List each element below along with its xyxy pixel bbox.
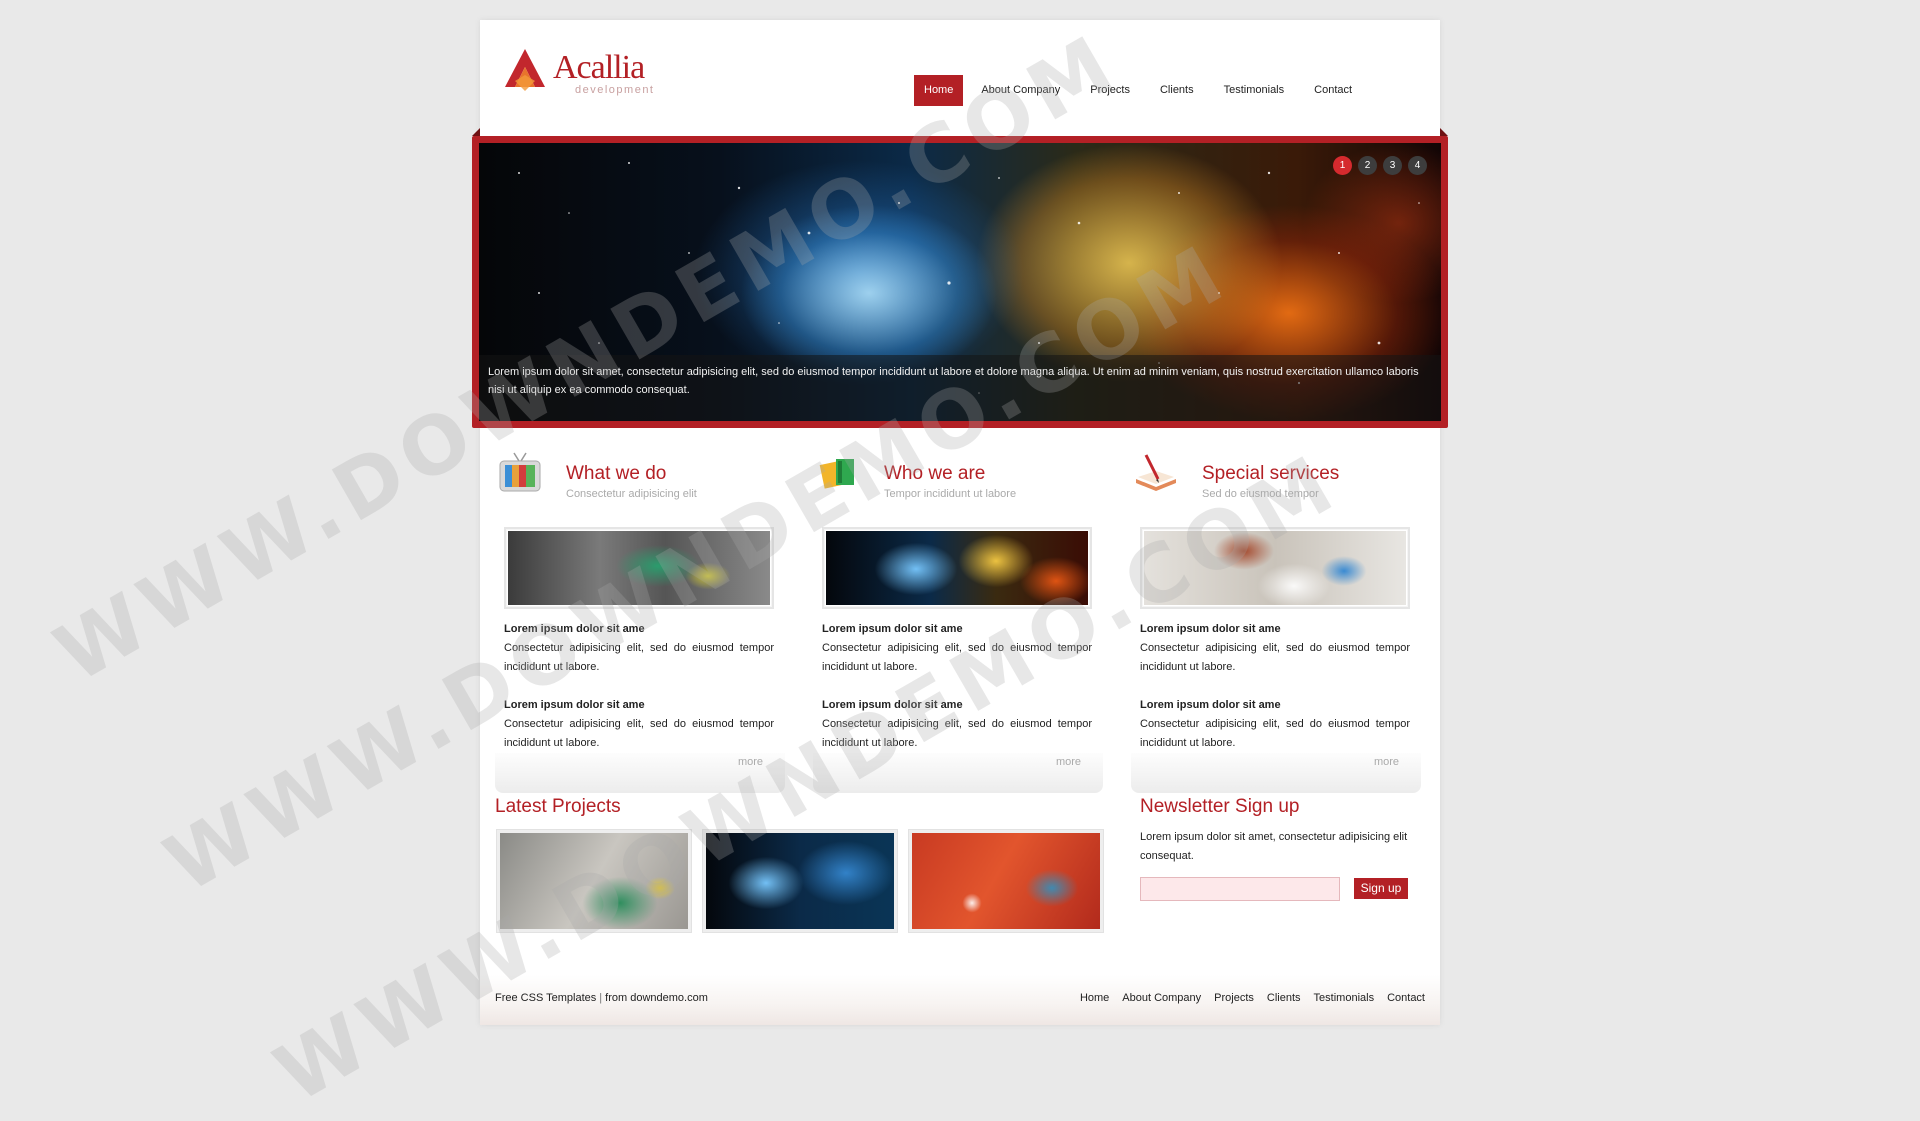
more-link[interactable]: more	[738, 756, 763, 768]
newsletter-title: Newsletter Sign up	[1140, 796, 1300, 817]
project-thumbnail-1[interactable]	[497, 830, 691, 932]
column-subtitle: Tempor incididunt ut labore	[884, 488, 1017, 500]
item-heading: Lorem ipsum dolor sit ame	[1140, 623, 1281, 635]
footer-nav-projects[interactable]: Projects	[1214, 992, 1254, 1004]
column-text: Lorem ipsum dolor sit ame Consectetur adi…	[1140, 620, 1410, 772]
footer-nav-testimonials[interactable]: Testimonials	[1314, 992, 1375, 1004]
footer-nav-contact[interactable]: Contact	[1387, 992, 1425, 1004]
nav-clients[interactable]: Clients	[1146, 75, 1208, 106]
item-heading: Lorem ipsum dolor sit ame	[1140, 699, 1281, 711]
column-title: What we do	[566, 463, 667, 484]
latest-projects-title: Latest Projects	[495, 796, 621, 817]
slider-corner-right	[1440, 128, 1448, 136]
item-text: Consectetur adipisicing elit, sed do eiu…	[504, 642, 774, 673]
nav-about-company[interactable]: About Company	[967, 75, 1074, 106]
item-text: Consectetur adipisicing elit, sed do eiu…	[822, 718, 1092, 749]
slide-caption: Lorem ipsum dolor sit amet, consectetur …	[479, 355, 1441, 421]
column-thumbnail[interactable]	[822, 527, 1092, 609]
book-pen-icon	[1136, 454, 1176, 491]
logo-tagline: development	[575, 84, 655, 96]
item-text: Consectetur adipisicing elit, sed do eiu…	[504, 718, 774, 749]
project-thumbnail-2[interactable]	[703, 830, 897, 932]
newsletter-text: Lorem ipsum dolor sit amet, consectetur …	[1140, 831, 1408, 862]
nav-contact[interactable]: Contact	[1300, 75, 1366, 106]
more-link[interactable]: more	[1374, 756, 1399, 768]
column-title: Special services	[1202, 463, 1340, 484]
slider-corner-left	[472, 128, 480, 136]
item-heading: Lorem ipsum dolor sit ame	[504, 699, 645, 711]
slider-pagination: 1 2 3 4	[1333, 156, 1427, 175]
footer: Free CSS Templates | from downdemo.com Hom…	[480, 975, 1440, 1025]
slider-page-4[interactable]: 4	[1408, 156, 1427, 175]
column-subtitle: Sed do eiusmod tempor	[1202, 488, 1319, 500]
column-thumbnail[interactable]	[1140, 527, 1410, 609]
item-text: Consectetur adipisicing elit, sed do eiu…	[1140, 718, 1410, 749]
page-container: Acallia development Home About Company P…	[472, 20, 1448, 1025]
column-thumbnail[interactable]	[504, 527, 774, 609]
more-bar: more	[495, 753, 785, 793]
slider-page-1[interactable]: 1	[1333, 156, 1352, 175]
footer-nav: Home About Company Projects Clients Test…	[1080, 992, 1425, 1004]
main-nav: Home About Company Projects Clients Test…	[914, 75, 1368, 106]
slider-page-3[interactable]: 3	[1383, 156, 1402, 175]
logo-icon	[505, 49, 545, 91]
footer-templates-link[interactable]: Free CSS Templates	[495, 992, 596, 1004]
slider-page-2[interactable]: 2	[1358, 156, 1377, 175]
footer-separator: |	[599, 992, 603, 1004]
more-link[interactable]: more	[1056, 756, 1081, 768]
slide-image: 1 2 3 4 Lorem ipsum dolor sit amet, cons…	[479, 143, 1441, 421]
newsletter-email-input[interactable]	[1140, 877, 1340, 901]
footer-nav-clients[interactable]: Clients	[1267, 992, 1301, 1004]
more-bar: more	[813, 753, 1103, 793]
books-icon	[819, 459, 854, 489]
item-heading: Lorem ipsum dolor sit ame	[822, 699, 963, 711]
signup-button[interactable]: Sign up	[1354, 878, 1408, 899]
logo-name: Acallia	[553, 49, 645, 86]
item-heading: Lorem ipsum dolor sit ame	[822, 623, 963, 635]
footer-credits: Free CSS Templates | from downdemo.com	[495, 992, 708, 1004]
column-subtitle: Consectetur adipisicing elit	[566, 488, 697, 500]
nav-projects[interactable]: Projects	[1076, 75, 1144, 106]
nav-home[interactable]: Home	[914, 75, 964, 106]
project-thumbnail-3[interactable]	[909, 830, 1103, 932]
nav-testimonials[interactable]: Testimonials	[1210, 75, 1299, 106]
footer-nav-home[interactable]: Home	[1080, 992, 1109, 1004]
logo[interactable]: Acallia development	[501, 47, 661, 97]
item-heading: Lorem ipsum dolor sit ame	[504, 623, 645, 635]
hero-slider: 1 2 3 4 Lorem ipsum dolor sit amet, cons…	[472, 136, 1448, 428]
column-text: Lorem ipsum dolor sit ame Consectetur adi…	[504, 620, 774, 772]
footer-from-text: from downdemo.com	[605, 992, 708, 1004]
column-text: Lorem ipsum dolor sit ame Consectetur adi…	[822, 620, 1092, 772]
more-bar: more	[1131, 753, 1421, 793]
tv-icon	[499, 452, 541, 492]
footer-nav-about-company[interactable]: About Company	[1122, 992, 1201, 1004]
column-title: Who we are	[884, 463, 986, 484]
item-text: Consectetur adipisicing elit, sed do eiu…	[1140, 642, 1410, 673]
item-text: Consectetur adipisicing elit, sed do eiu…	[822, 642, 1092, 673]
